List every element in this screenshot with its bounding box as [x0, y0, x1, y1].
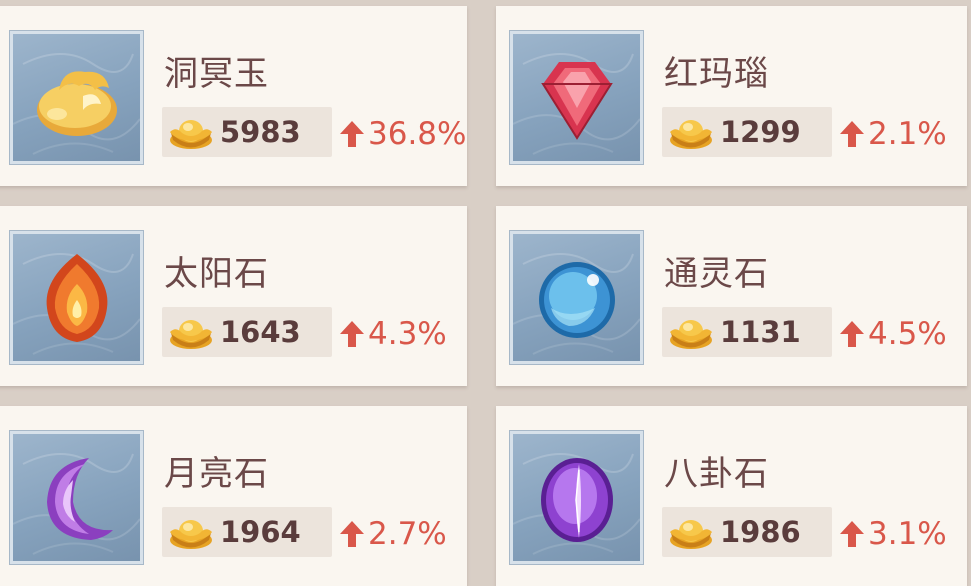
- item-name: 太阳石: [164, 254, 269, 294]
- price-change: 2.1%: [839, 116, 947, 152]
- item-card-2[interactable]: 太阳石 1643 4.3%: [0, 206, 467, 386]
- item-card-4[interactable]: 月亮石 1964 2.7%: [0, 406, 467, 586]
- price-box: 1643: [162, 307, 332, 357]
- item-card-5[interactable]: 八卦石 1986 3.1%: [496, 406, 967, 586]
- price-change-value: 36.8%: [368, 116, 467, 152]
- item-name: 月亮石: [164, 454, 269, 494]
- arrow-up-icon: [339, 120, 365, 148]
- item-price: 1964: [220, 515, 301, 549]
- item-name: 红玛瑙: [664, 54, 769, 94]
- item-card-0[interactable]: 洞冥玉 5983 36.8%: [0, 6, 467, 186]
- item-card-1[interactable]: 红玛瑙 1299 2.1%: [496, 6, 967, 186]
- price-box: 1964: [162, 507, 332, 557]
- price-change: 4.5%: [839, 316, 947, 352]
- item-icon-frame: [10, 431, 143, 564]
- item-price: 1131: [720, 315, 801, 349]
- price-box: 1131: [662, 307, 832, 357]
- spirit-stone-icon: [539, 262, 615, 338]
- item-icon-frame: [510, 231, 643, 364]
- gold-ingot-icon: [668, 313, 714, 351]
- gold-ingot-icon: [168, 113, 214, 151]
- item-name: 通灵石: [664, 254, 769, 294]
- price-change-value: 4.3%: [368, 316, 447, 352]
- item-icon-frame: [10, 231, 143, 364]
- price-change-value: 2.1%: [868, 116, 947, 152]
- price-box: 1299: [662, 107, 832, 157]
- item-price: 1643: [220, 315, 301, 349]
- item-price: 1986: [720, 515, 801, 549]
- item-price-grid: 洞冥玉 5983 36.8% 红玛瑙 1299 2.1% 太阳石 1643 4.…: [0, 0, 971, 586]
- item-card-3[interactable]: 通灵石 1131 4.5%: [496, 206, 967, 386]
- item-icon-frame: [510, 431, 643, 564]
- gold-ingot-icon: [668, 513, 714, 551]
- price-box: 1986: [662, 507, 832, 557]
- price-change: 2.7%: [339, 516, 447, 552]
- price-change: 3.1%: [839, 516, 947, 552]
- jade-icon: [37, 71, 117, 136]
- gold-ingot-icon: [168, 313, 214, 351]
- item-name: 八卦石: [664, 454, 769, 494]
- arrow-up-icon: [339, 320, 365, 348]
- sunstone-icon: [46, 254, 108, 342]
- price-change: 36.8%: [339, 116, 466, 152]
- moonstone-icon: [47, 458, 113, 540]
- arrow-up-icon: [839, 120, 865, 148]
- item-price: 5983: [220, 115, 301, 149]
- item-price: 1299: [720, 115, 801, 149]
- arrow-up-icon: [839, 520, 865, 548]
- red-agate-icon: [541, 62, 613, 140]
- price-change: 4.3%: [339, 316, 447, 352]
- price-box: 5983: [162, 107, 332, 157]
- arrow-up-icon: [839, 320, 865, 348]
- bagua-stone-icon: [541, 458, 613, 542]
- price-change-value: 2.7%: [368, 516, 447, 552]
- arrow-up-icon: [339, 520, 365, 548]
- gold-ingot-icon: [668, 113, 714, 151]
- gold-ingot-icon: [168, 513, 214, 551]
- item-icon-frame: [10, 31, 143, 164]
- price-change-value: 4.5%: [868, 316, 947, 352]
- item-icon-frame: [510, 31, 643, 164]
- price-change-value: 3.1%: [868, 516, 947, 552]
- item-name: 洞冥玉: [164, 54, 269, 94]
